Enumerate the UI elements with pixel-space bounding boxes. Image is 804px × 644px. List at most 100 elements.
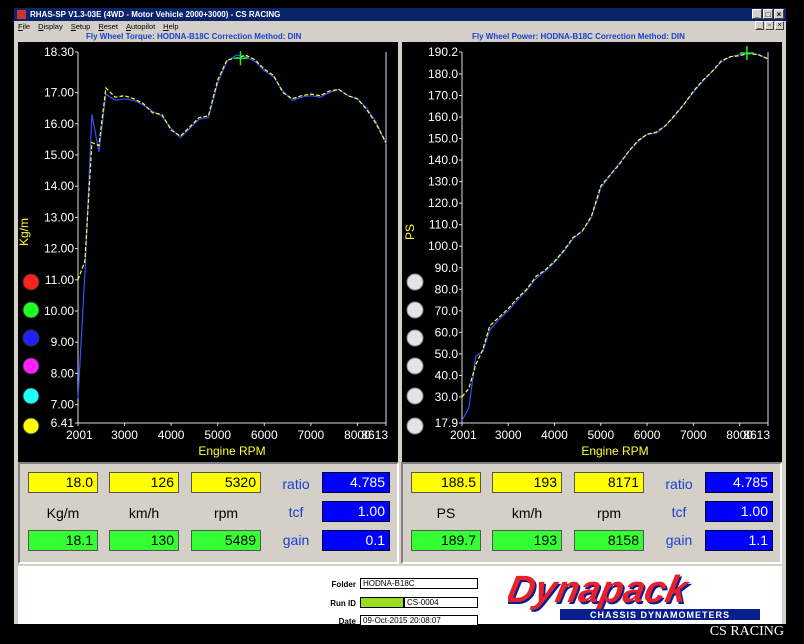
- menu-file[interactable]: File: [18, 21, 30, 32]
- gain-value: 1.1: [705, 530, 773, 551]
- y-tick-label: 16.00: [44, 117, 74, 131]
- x-tick-label: 4000: [541, 428, 568, 442]
- ratio-value: 4.785: [705, 472, 773, 493]
- child-restore-button[interactable]: ▫: [765, 21, 774, 30]
- torque-peak: 18.1: [28, 530, 98, 551]
- x-tick-label: 6000: [634, 428, 661, 442]
- window-title: RHAS-SP V1.3-03E (4WD - Motor Vehicle 20…: [30, 10, 281, 19]
- rpm-current: 8171: [574, 472, 644, 493]
- rpm-unit-label: rpm: [213, 505, 239, 521]
- indicator-ball: [22, 301, 40, 319]
- y-tick-label: 150.0: [428, 132, 458, 146]
- gain-value: 0.1: [322, 530, 390, 551]
- y-tick-label: 10.00: [44, 304, 74, 318]
- y-axis-label: Kg/m: [18, 218, 31, 246]
- y-tick-label: 130.0: [428, 175, 458, 189]
- x-tick-label: 3000: [111, 428, 138, 442]
- y-tick-label: 90.0: [435, 261, 459, 275]
- x-tick-label: 6000: [251, 428, 278, 442]
- y-tick-label: 12.00: [44, 242, 74, 256]
- x-tick-label: 3000: [495, 428, 522, 442]
- dynapack-logo: Dynapack Dynapack CHASSIS DYNAMOMETERS: [508, 570, 760, 620]
- power-chart-title: Fly Wheel Power: HODNA-B18C Correction M…: [472, 32, 685, 41]
- rpm-peak: 5489: [191, 530, 261, 551]
- menu-autopilot[interactable]: Autopilot: [126, 21, 155, 32]
- gain-label: gain: [282, 532, 310, 548]
- x-axis-label: Engine RPM: [581, 444, 648, 458]
- date-label: Date: [338, 617, 356, 626]
- menu-setup[interactable]: Setup: [71, 21, 91, 32]
- tcf-label: tcf: [288, 504, 304, 520]
- power-chart: 2001 3000 4000 5000 6000 7000 8000 8613 190.2 180…: [402, 42, 782, 462]
- indicator-ball: [22, 357, 40, 375]
- power-readout-panel: 188.5 193 8171 PS km/h rpm 189.7 193 815…: [401, 462, 782, 564]
- x-tick-label: 2001: [66, 428, 93, 442]
- indicator-ball-grey: [406, 273, 424, 291]
- y-tick-label: 80.0: [435, 282, 459, 296]
- indicator-ball-grey: [406, 357, 424, 375]
- speed-unit-label: km/h: [511, 505, 543, 521]
- y-tick-label: 180.0: [428, 67, 458, 81]
- indicator-ball: [22, 387, 40, 405]
- maximize-button[interactable]: □: [763, 9, 773, 19]
- y-tick-label: 140.0: [428, 153, 458, 167]
- dynapack-tagline: CHASSIS DYNAMOMETERS: [590, 610, 730, 620]
- power-chart-svg: 2001 3000 4000 5000 6000 7000 80008613190.2180…: [403, 45, 770, 458]
- child-minimize-button[interactable]: _: [755, 21, 764, 30]
- y-tick-label: 60.0: [435, 325, 459, 339]
- series-line-yellow: [461, 52, 769, 398]
- y-tick-label: 100.0: [428, 239, 458, 253]
- y-tick-label: 6.41: [51, 416, 75, 430]
- menu-help[interactable]: Help: [163, 21, 178, 32]
- y-axis-label: PS: [403, 224, 417, 240]
- ratio-label: ratio: [665, 476, 693, 492]
- minimize-button[interactable]: _: [752, 9, 762, 19]
- folder-label: Folder: [331, 580, 356, 589]
- y-tick-label: 17.9: [435, 416, 459, 430]
- rpm-peak: 8158: [574, 530, 644, 551]
- torque-chart-svg: 2001 3000 4000 5000 6000 7000 8000861318.3017.…: [17, 45, 388, 458]
- torque-chart: 2001 3000 4000 5000 6000 7000 8000 8613 18.30 17.…: [17, 42, 398, 462]
- y-tick-label: 8.00: [51, 366, 75, 380]
- run-info-footer: Folder HODNA-B18C Run ID CS-0004 Date 09…: [18, 566, 782, 626]
- series-line-blue: [77, 54, 387, 399]
- series-line-yellow: [77, 54, 387, 281]
- child-close-button[interactable]: ×: [775, 21, 784, 30]
- readout-area: 18.0 126 5320 Kg/m km/h rpm 18.1 130 548…: [18, 462, 782, 564]
- y-tick-label: 13.00: [44, 210, 74, 224]
- tcf-label: tcf: [671, 504, 687, 520]
- runid-field[interactable]: CS-0004: [404, 597, 478, 608]
- y-tick-label: 18.30: [44, 45, 74, 59]
- power-current: 188.5: [411, 472, 481, 493]
- speed-current: 126: [109, 472, 179, 493]
- rpm-current: 5320: [191, 472, 261, 493]
- y-tick-label: 9.00: [51, 335, 75, 349]
- x-tick-label: 7000: [298, 428, 325, 442]
- y-tick-label: 40.0: [435, 368, 459, 382]
- indicator-ball: [22, 273, 40, 291]
- title-bar[interactable]: RHAS-SP V1.3-03E (4WD - Motor Vehicle 20…: [14, 8, 786, 21]
- x-tick-label: 7000: [680, 428, 707, 442]
- speed-peak: 130: [109, 530, 179, 551]
- y-tick-label: 17.00: [44, 86, 74, 100]
- speed-peak: 193: [492, 530, 562, 551]
- menu-display[interactable]: Display: [38, 21, 63, 32]
- indicator-ball: [22, 329, 40, 347]
- x-tick-label: 5000: [204, 428, 231, 442]
- y-tick-label: 70.0: [435, 304, 459, 318]
- series-line-blue: [461, 52, 769, 421]
- indicator-ball: [22, 417, 40, 435]
- date-field[interactable]: 09-Oct-2015 20:08:07: [360, 615, 478, 626]
- indicator-ball-grey: [406, 329, 424, 347]
- y-tick-label: 170.0: [428, 88, 458, 102]
- close-button[interactable]: ×: [774, 9, 784, 19]
- tcf-value: 1.00: [322, 501, 390, 522]
- menu-reset[interactable]: Reset: [98, 21, 118, 32]
- torque-readout-panel: 18.0 126 5320 Kg/m km/h rpm 18.1 130 548…: [18, 462, 399, 564]
- folder-field[interactable]: HODNA-B18C: [360, 578, 478, 589]
- x-axis-label: Engine RPM: [198, 444, 265, 458]
- runid-color-swatch: [360, 597, 404, 608]
- x-tick-label: 4000: [158, 428, 185, 442]
- app-icon: [17, 10, 26, 19]
- y-tick-label: 7.00: [51, 398, 75, 412]
